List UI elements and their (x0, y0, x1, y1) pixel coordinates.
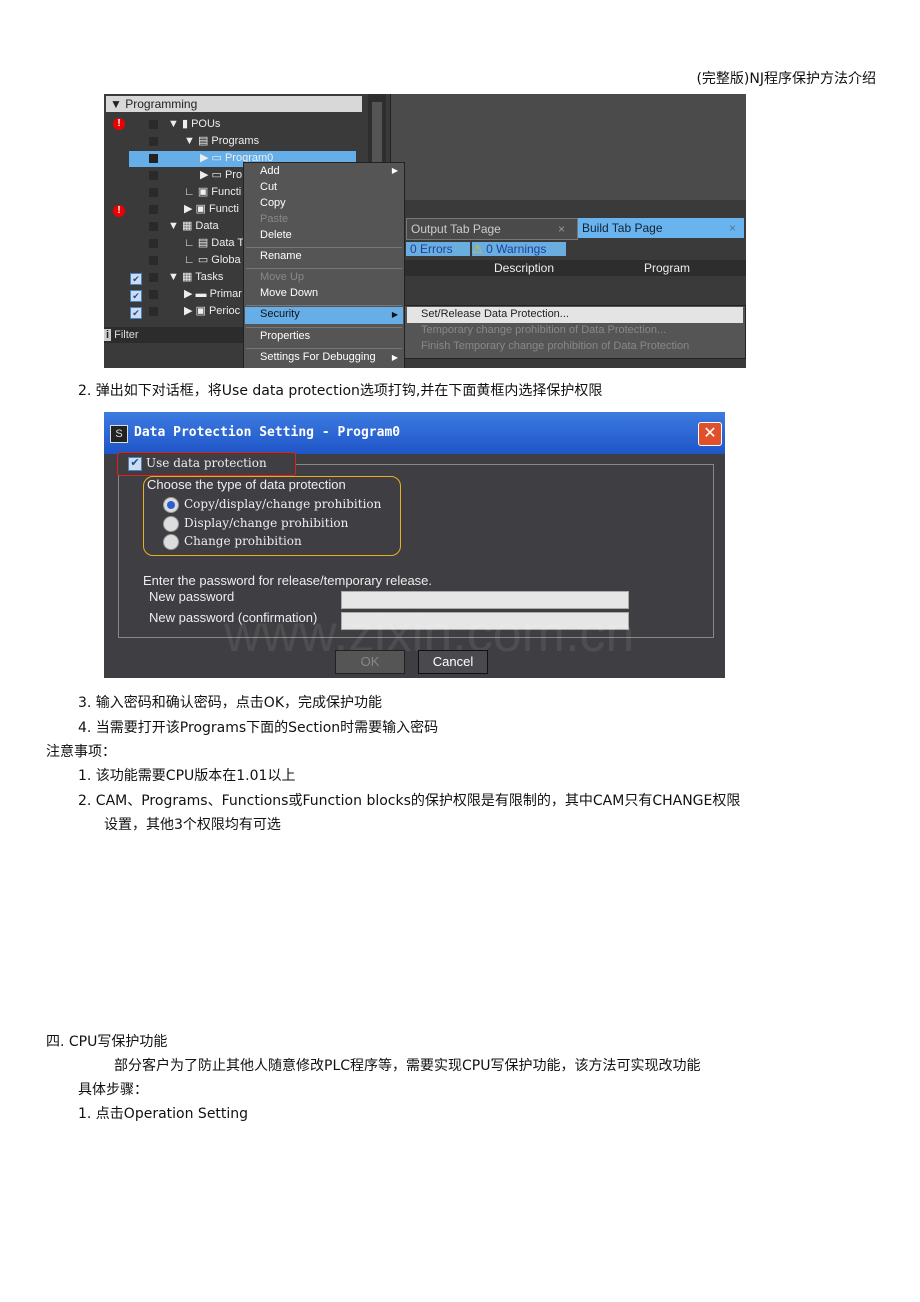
radio-display-change[interactable] (163, 516, 179, 532)
section-4-step-1: 1. 点击Operation Setting (78, 1106, 249, 1122)
note-1: 1. 该功能需要CPU版本在1.01以上 (78, 768, 296, 784)
tree-item-tasks[interactable]: ▼ ▦ Tasks (168, 269, 223, 285)
tree-item-periodic-task[interactable]: ▶ ▣ Perioc (184, 303, 240, 319)
ide-screenshot: ▼ Programming ! ! ✔ ✔ ✔ ▼ ▮ POUs ▼ ▤ Pro… (104, 94, 746, 368)
use-protection-checkbox[interactable]: ✔ (128, 457, 142, 471)
tab-build[interactable]: Build Tab Page × (578, 218, 744, 238)
close-icon: × (728, 221, 736, 235)
warning-icon: ⚠ (472, 242, 483, 256)
menu-item-security[interactable]: Security (260, 308, 300, 320)
close-icon: × (557, 222, 565, 236)
section-4-steps-label: 具体步骤： (78, 1082, 148, 1098)
section-4-paragraph: 部分客户为了防止其他人随意修改PLC程序等，需要实现CPU写保护功能，该方法可实… (114, 1058, 701, 1074)
errors-filter-button[interactable]: 0 Errors (406, 242, 470, 256)
protection-type-label: Choose the type of data protection (147, 477, 346, 492)
page-header: (完整版)NJ程序保护方法介绍 (696, 71, 876, 87)
tree-item-global-variables[interactable]: ∟ ▭ Globa (184, 252, 241, 268)
dialog-title: Data Protection Setting - Program0 (134, 425, 401, 440)
close-button[interactable]: ✕ (698, 422, 722, 446)
programming-panel-header[interactable]: ▼ Programming (106, 96, 362, 112)
note-2-continued: 设置，其他3个权限均有可选 (104, 817, 281, 833)
new-password-label: New password (149, 589, 235, 604)
editor-area (390, 94, 746, 200)
submenu-temporary-change-prohibition[interactable]: Temporary change prohibition of Data Pro… (421, 324, 666, 336)
tree-item-data-types[interactable]: ∟ ▤ Data T (184, 235, 244, 251)
tree-item-functions[interactable]: ∟ ▣ Functi (184, 184, 241, 200)
option-label: Display/change prohibition (184, 516, 349, 530)
checkbox-icon[interactable]: ✔ (130, 290, 142, 302)
app-icon: S (110, 425, 128, 443)
dialog-title-bar: S Data Protection Setting - Program0 ✕ (104, 412, 725, 454)
menu-item-move-up[interactable]: Move Up (260, 271, 304, 283)
security-submenu: Set/Release Data Protection... Temporary… (404, 305, 746, 359)
tree-item-primary-task[interactable]: ▶ ▬ Primar (184, 286, 242, 302)
checkbox-icon[interactable]: ✔ (130, 307, 142, 319)
menu-item-add[interactable]: Add (260, 165, 280, 177)
tree-item-pous[interactable]: ▼ ▮ POUs (168, 116, 220, 132)
menu-item-paste[interactable]: Paste (260, 213, 288, 225)
step-3-text: 3. 输入密码和确认密码，点击OK，完成保护功能 (78, 695, 383, 711)
warnings-filter-button[interactable]: ⚠ 0 Warnings (472, 242, 566, 256)
step-4-text: 4. 当需要打开该Programs下面的Section时需要输入密码 (78, 720, 439, 736)
ok-button[interactable]: OK (335, 650, 405, 674)
error-icon: ! (113, 118, 125, 130)
note-2: 2. CAM、Programs、Functions或Function block… (78, 793, 741, 809)
menu-item-cut[interactable]: Cut (260, 181, 277, 193)
menu-item-properties[interactable]: Properties (260, 330, 310, 342)
error-icon: ! (113, 205, 125, 217)
tab-output[interactable]: Output Tab Page × (406, 218, 578, 240)
menu-item-settings-for-debugging[interactable]: Settings For Debugging (260, 351, 376, 363)
option-label: Change prohibition (184, 534, 302, 548)
tree-item-function-blocks[interactable]: ▶ ▣ Functi (184, 201, 239, 217)
submenu-finish-temporary-prohibition[interactable]: Finish Temporary change prohibition of D… (421, 340, 689, 352)
build-table-header: Description Program (394, 260, 746, 276)
use-protection-label: Use data protection (146, 456, 267, 470)
notes-title: 注意事项： (46, 744, 116, 760)
step-2-text: 2. 弹出如下对话框，将Use data protection选项打钩,并在下面… (78, 383, 603, 399)
menu-item-delete[interactable]: Delete (260, 229, 292, 241)
context-menu: Add ▶ Cut Copy Paste Delete Rename Move U… (243, 162, 405, 368)
menu-item-rename[interactable]: Rename (260, 250, 302, 262)
data-protection-dialog: S Data Protection Setting - Program0 ✕ ✔… (104, 412, 725, 678)
cancel-button[interactable]: Cancel (418, 650, 488, 674)
tree-item-programs[interactable]: ▼ ▤ Programs (184, 133, 259, 149)
menu-item-copy[interactable]: Copy (260, 197, 286, 209)
option-label: Copy/display/change prohibition (184, 497, 382, 511)
menu-item-move-down[interactable]: Move Down (260, 287, 318, 299)
document-page: (完整版)NJ程序保护方法介绍 ▼ Programming ! ! ✔ ✔ ✔ … (0, 0, 920, 1302)
checkbox-icon[interactable]: ✔ (130, 273, 142, 285)
radio-change[interactable] (163, 534, 179, 550)
password-prompt: Enter the password for release/temporary… (143, 573, 433, 588)
radio-copy-display-change[interactable] (163, 497, 179, 513)
tree-item-data[interactable]: ▼ ▦ Data (168, 218, 219, 234)
section-4-heading: 四. CPU写保护功能 (46, 1034, 168, 1050)
submenu-set-release-protection[interactable]: Set/Release Data Protection... (421, 308, 569, 320)
info-icon: i (104, 329, 112, 341)
tree-item-program1[interactable]: ▶ ▭ Pro (200, 167, 242, 183)
